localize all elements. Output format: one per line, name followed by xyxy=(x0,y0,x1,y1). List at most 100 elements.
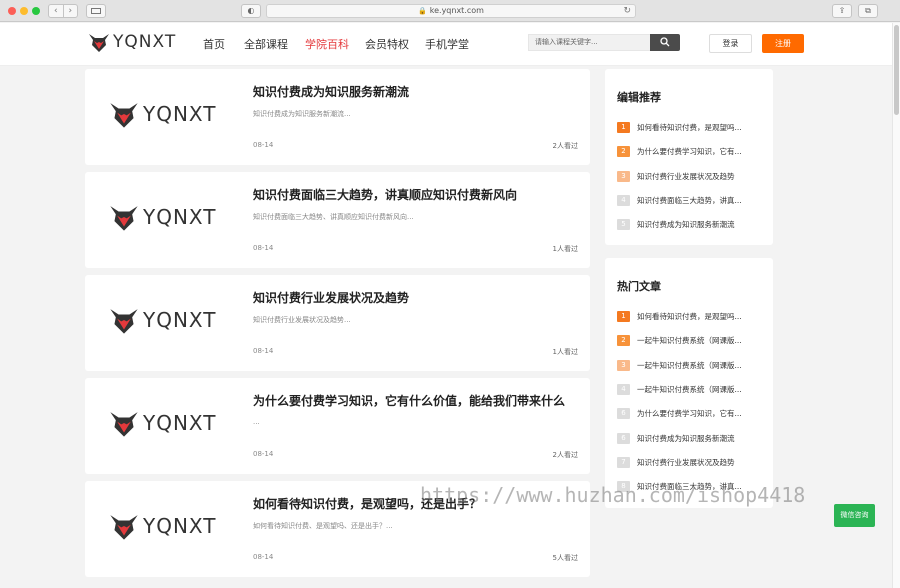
nav-item-encyclopedia[interactable]: 学院百科 xyxy=(305,36,349,52)
wechat-consult-button[interactable]: 微信咨询 xyxy=(834,504,875,527)
bull-logo-icon xyxy=(110,103,138,128)
article-views: 1人看过 xyxy=(552,348,578,356)
editor-picks-panel: 编辑推荐 1 如何看待知识付费，是观望吗... 2 为什么要付费学习知识，它有... 3… xyxy=(605,69,773,245)
sidebar-list-item[interactable]: 6 知识付费成为知识服务新潮流 xyxy=(617,432,765,444)
rank-badge: 1 xyxy=(617,311,630,322)
bull-logo-icon xyxy=(110,206,138,231)
sidebar-list-item[interactable]: 4 一起牛知识付费系统（网课版... xyxy=(617,383,765,395)
browser-toolbar: ‹ › ◐ 🔒 ke.yqnxt.com ↻ ⇪ ⧉ xyxy=(0,0,900,22)
close-window-button[interactable] xyxy=(8,7,16,15)
rank-badge: 7 xyxy=(617,456,630,468)
article-date: 08-14 xyxy=(253,450,274,458)
sidebar-list-item[interactable]: 5 知识付费成为知识服务新潮流 xyxy=(617,219,765,231)
thumbnail-logo-text: YQNXT xyxy=(143,308,217,332)
sidebar-list-item[interactable]: 7 知识付费行业发展状况及趋势 xyxy=(617,456,765,468)
nav-item-home[interactable]: 首页 xyxy=(203,36,225,52)
search-button[interactable] xyxy=(650,34,680,51)
rank-badge: 4 xyxy=(617,383,630,395)
article-title[interactable]: 知识付费面临三大趋势，讲真顺应知识付费新风向 xyxy=(253,186,517,203)
article-card[interactable]: YQNXT 知识付费行业发展状况及趋势 知识付费行业发展状况及趋势... 08-… xyxy=(85,275,590,371)
forward-icon[interactable]: › xyxy=(62,5,78,17)
bull-logo-icon xyxy=(89,34,109,52)
article-summary: 知识付费成为知识服务新潮流... xyxy=(253,110,351,118)
article-summary: 知识付费面临三大趋势、讲真顺应知识付费新风向... xyxy=(253,213,414,221)
sidebar-list-item[interactable]: 1 如何看待知识付费，是观望吗... xyxy=(617,311,765,322)
sidebar-item-text[interactable]: 如何看待知识付费，是观望吗... xyxy=(637,311,761,322)
sidebar-item-text[interactable]: 知识付费行业发展状况及趋势 xyxy=(637,171,761,182)
sidebar-item-text[interactable]: 知识付费成为知识服务新潮流 xyxy=(637,219,761,230)
article-thumbnail[interactable]: YQNXT xyxy=(109,408,217,438)
article-title[interactable]: 知识付费行业发展状况及趋势 xyxy=(253,289,409,306)
sidebar-toggle-icon[interactable] xyxy=(86,4,106,18)
minimize-window-button[interactable] xyxy=(20,7,28,15)
reload-icon[interactable]: ↻ xyxy=(623,5,631,17)
sidebar-item-text[interactable]: 一起牛知识付费系统（网课版... xyxy=(637,384,761,395)
article-title[interactable]: 为什么要付费学习知识，它有什么价值，能给我们带来什么 xyxy=(253,392,565,409)
zoom-window-button[interactable] xyxy=(32,7,40,15)
sidebar-item-text[interactable]: 知识付费面临三大趋势，讲真... xyxy=(637,195,761,206)
rank-badge: 4 xyxy=(617,194,630,206)
article-card[interactable]: YQNXT 知识付费成为知识服务新潮流 知识付费成为知识服务新潮流... 08-… xyxy=(85,69,590,165)
rank-badge: 2 xyxy=(617,146,630,158)
nav-item-mobile[interactable]: 手机学堂 xyxy=(425,36,469,52)
sidebar-list-item[interactable]: 6 为什么要付费学习知识，它有... xyxy=(617,408,765,420)
article-views: 2人看过 xyxy=(552,142,578,150)
sidebar-item-text[interactable]: 知识付费成为知识服务新潮流 xyxy=(637,433,761,444)
article-date: 08-14 xyxy=(253,347,274,355)
bull-logo-icon xyxy=(110,515,138,540)
article-summary: ... xyxy=(253,418,260,426)
thumbnail-logo-text: YQNXT xyxy=(143,102,217,126)
article-thumbnail[interactable]: YQNXT xyxy=(109,305,217,335)
article-views: 2人看过 xyxy=(552,451,578,459)
panel-title: 编辑推荐 xyxy=(617,91,661,104)
article-date: 08-14 xyxy=(253,553,274,561)
nav-item-courses[interactable]: 全部课程 xyxy=(244,36,288,52)
logo-text: YQNXT xyxy=(113,32,177,52)
sidebar-list-item[interactable]: 2 一起牛知识付费系统（网课版... xyxy=(617,335,765,347)
article-summary: 如何看待知识付费、是观望吗、还是出手？... xyxy=(253,522,393,530)
article-thumbnail[interactable]: YQNXT xyxy=(109,511,217,541)
article-card[interactable]: YQNXT 为什么要付费学习知识，它有什么价值，能给我们带来什么 ... 08-… xyxy=(85,378,590,474)
article-card[interactable]: YQNXT 知识付费面临三大趋势，讲真顺应知识付费新风向 知识付费面临三大趋势、… xyxy=(85,172,590,268)
sidebar-item-text[interactable]: 如何看待知识付费，是观望吗... xyxy=(637,122,761,133)
privacy-shield-icon[interactable]: ◐ xyxy=(241,4,261,18)
site-logo[interactable]: YQNXT xyxy=(88,31,176,53)
rank-badge: 6 xyxy=(617,432,630,444)
sidebar-list-item[interactable]: 1 如何看待知识付费，是观望吗... xyxy=(617,122,765,133)
rank-badge: 3 xyxy=(617,359,630,371)
sidebar-list-item[interactable]: 3 知识付费行业发展状况及趋势 xyxy=(617,170,765,182)
bull-logo-icon xyxy=(110,309,138,334)
nav-item-membership[interactable]: 会员特权 xyxy=(365,36,409,52)
search-input[interactable]: 请输入课程关键字... xyxy=(528,34,650,51)
back-icon[interactable]: ‹ xyxy=(49,5,63,17)
rank-badge: 2 xyxy=(617,335,630,347)
article-date: 08-14 xyxy=(253,141,274,149)
watermark-text: https://www.huzhan.com/ishop4418 xyxy=(420,483,806,507)
tab-overview-icon[interactable]: ⧉ xyxy=(858,4,878,18)
rank-badge: 5 xyxy=(617,219,630,231)
article-views: 1人看过 xyxy=(552,245,578,253)
hot-articles-panel: 热门文章 1 如何看待知识付费，是观望吗... 2 一起牛知识付费系统（网课版... 3… xyxy=(605,258,773,508)
address-bar[interactable]: 🔒 ke.yqnxt.com ↻ xyxy=(266,4,636,18)
register-button[interactable]: 注册 xyxy=(762,34,804,53)
sidebar-list-item[interactable]: 4 知识付费面临三大趋势，讲真... xyxy=(617,194,765,206)
sidebar-item-text[interactable]: 为什么要付费学习知识，它有... xyxy=(637,408,761,419)
rank-badge: 6 xyxy=(617,408,630,420)
article-summary: 知识付费行业发展状况及趋势... xyxy=(253,316,351,324)
article-thumbnail[interactable]: YQNXT xyxy=(109,99,217,129)
rank-badge: 1 xyxy=(617,122,630,133)
sidebar-list-item[interactable]: 2 为什么要付费学习知识，它有... xyxy=(617,146,765,158)
sidebar-item-text[interactable]: 知识付费行业发展状况及趋势 xyxy=(637,457,761,468)
page-scrollbar[interactable] xyxy=(892,23,900,588)
sidebar-item-text[interactable]: 为什么要付费学习知识，它有... xyxy=(637,146,761,157)
history-nav: ‹ › xyxy=(48,4,78,18)
share-icon[interactable]: ⇪ xyxy=(832,4,852,18)
panel-title: 热门文章 xyxy=(617,280,661,293)
article-title[interactable]: 知识付费成为知识服务新潮流 xyxy=(253,83,409,100)
login-button[interactable]: 登录 xyxy=(709,34,752,53)
sidebar-item-text[interactable]: 一起牛知识付费系统（网课版... xyxy=(637,360,761,371)
sidebar-item-text[interactable]: 一起牛知识付费系统（网课版... xyxy=(637,335,761,346)
sidebar-list-item[interactable]: 3 一起牛知识付费系统（网课版... xyxy=(617,359,765,371)
bull-logo-icon xyxy=(110,412,138,437)
article-thumbnail[interactable]: YQNXT xyxy=(109,202,217,232)
